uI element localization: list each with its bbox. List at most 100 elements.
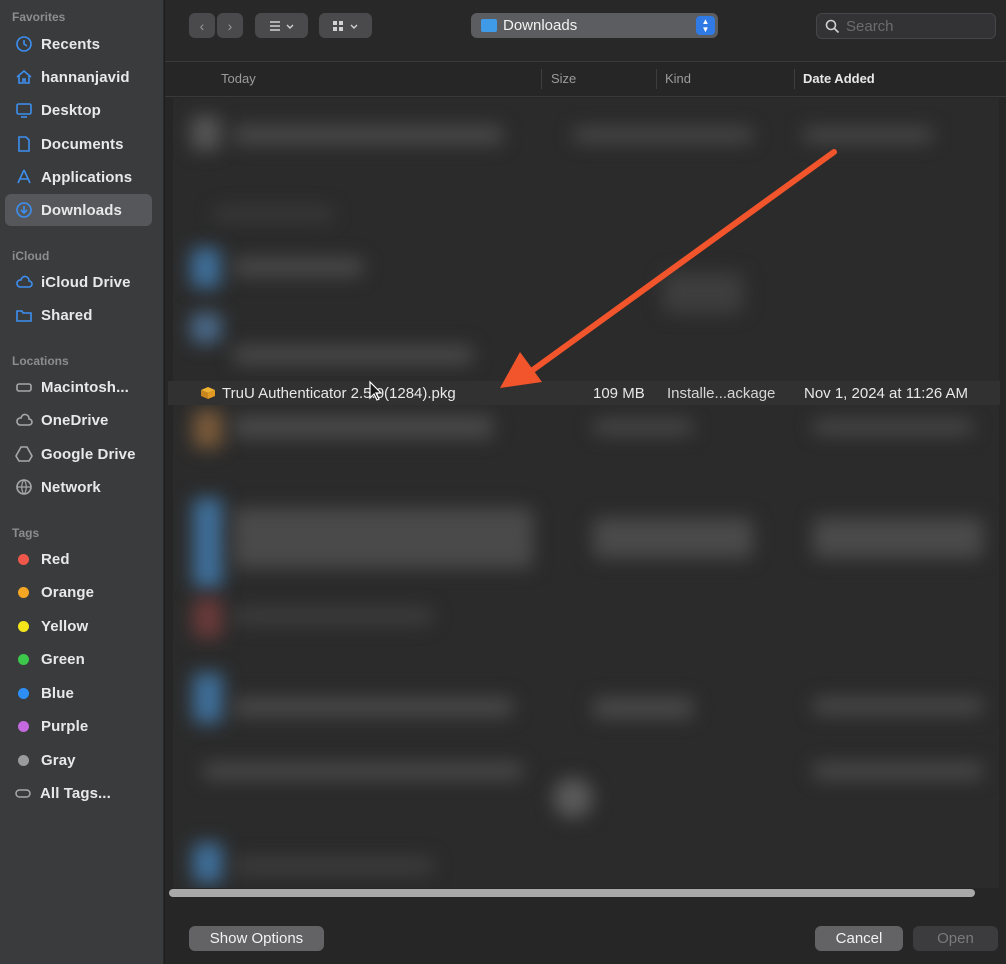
sidebar-tag-blue[interactable]: Blue — [5, 677, 152, 709]
sidebar-tag-orange[interactable]: Orange — [5, 576, 152, 608]
package-icon — [201, 387, 215, 399]
blurred-row — [233, 858, 433, 874]
forward-button[interactable]: › — [217, 13, 243, 38]
cloud-icon — [14, 272, 34, 292]
blurred-row — [803, 128, 933, 142]
back-button[interactable]: ‹ — [189, 13, 215, 38]
shared-folder-icon — [14, 305, 34, 325]
sidebar-item-documents[interactable]: Documents — [5, 128, 152, 160]
disk-icon — [14, 377, 34, 397]
drive-icon — [14, 444, 34, 464]
horizontal-scrollbar[interactable] — [169, 889, 975, 897]
sidebar-item-recents[interactable]: Recents — [5, 28, 152, 60]
sidebar-item-downloads[interactable]: Downloads — [5, 194, 152, 226]
sidebar-item-applications[interactable]: Applications — [5, 161, 152, 193]
yellow-tag-icon — [18, 620, 29, 632]
sidebar-item-label: iCloud Drive — [41, 273, 131, 291]
file-browser: ‹ › Downloads ▲ ▼ Search Today Size Kind … — [165, 0, 1006, 964]
blurred-row — [233, 698, 513, 716]
sidebar-item-label: hannanjavid — [41, 68, 130, 86]
favorites-section-title: Favorites — [12, 10, 66, 24]
sidebar-tag-red[interactable]: Red — [5, 543, 152, 575]
sidebar-item-label: OneDrive — [41, 411, 109, 429]
blurred-row — [233, 608, 433, 624]
blurred-row — [813, 420, 973, 434]
blurred-file-icon — [191, 248, 221, 288]
sidebar-item-home[interactable]: hannanjavid — [5, 61, 152, 93]
list-view-icon — [269, 20, 293, 31]
green-tag-icon — [18, 653, 29, 665]
sidebar-tag-green[interactable]: Green — [5, 643, 152, 675]
grid-view-button[interactable] — [319, 13, 372, 38]
blurred-row — [203, 763, 523, 779]
applications-icon — [14, 167, 34, 187]
sidebar-tag-yellow[interactable]: Yellow — [5, 610, 152, 642]
locations-section-title: Locations — [12, 354, 69, 368]
sidebar-item-desktop[interactable]: Desktop — [5, 94, 152, 126]
blurred-row — [813, 698, 983, 714]
sidebar-item-label: Desktop — [41, 101, 101, 119]
column-size[interactable]: Size — [551, 71, 576, 86]
file-list[interactable] — [173, 98, 999, 888]
globe-icon — [14, 477, 34, 497]
blurred-row — [213, 208, 333, 220]
blurred-file-icon — [193, 498, 223, 588]
blurred-file-icon — [193, 410, 223, 448]
blurred-row — [573, 128, 753, 142]
sidebar-item-label: Documents — [41, 135, 124, 153]
blurred-file-icon — [193, 843, 223, 883]
blurred-row — [233, 126, 503, 144]
column-separator — [541, 69, 542, 89]
blurred-file-icon — [191, 116, 221, 150]
show-options-button[interactable]: Show Options — [189, 926, 324, 951]
gray-tag-icon — [18, 754, 29, 766]
sidebar-tag-purple[interactable]: Purple — [5, 710, 152, 742]
column-date-added[interactable]: Date Added — [803, 71, 875, 86]
sidebar-tag-gray[interactable]: Gray — [5, 744, 152, 776]
list-view-button[interactable] — [255, 13, 308, 38]
grid-view-icon — [332, 20, 357, 31]
file-kind: Installe...ackage — [667, 384, 776, 402]
sidebar-item-icloud-drive[interactable]: iCloud Drive — [5, 266, 152, 298]
document-icon — [14, 134, 34, 154]
blurred-file-icon — [193, 598, 223, 638]
open-button[interactable]: Open — [913, 926, 998, 951]
red-tag-icon — [18, 553, 29, 565]
purple-tag-icon — [18, 720, 29, 732]
column-separator — [794, 69, 795, 89]
column-kind[interactable]: Kind — [665, 71, 691, 86]
download-icon — [14, 200, 34, 220]
chevron-up-down-icon: ▲ ▼ — [696, 16, 715, 35]
file-name: TruU Authenticator 2.5.0(1284).pkg — [222, 384, 456, 402]
cancel-button[interactable]: Cancel — [815, 926, 903, 951]
location-popup[interactable]: Downloads ▲ ▼ — [471, 13, 718, 38]
chevron-right-icon: › — [227, 17, 233, 34]
sidebar: Favorites Recents hannanjavid Desktop Do… — [0, 0, 164, 964]
blurred-row — [593, 698, 693, 718]
sidebar-item-label: Orange — [41, 583, 95, 601]
column-name[interactable]: Today — [221, 71, 256, 86]
sidebar-tag-all[interactable]: All Tags... — [5, 777, 152, 809]
sidebar-item-label: Downloads — [41, 201, 122, 219]
cloud-icon — [14, 410, 34, 430]
home-icon — [14, 67, 34, 87]
sidebar-item-label: Google Drive — [41, 445, 136, 463]
desktop-icon — [14, 100, 34, 120]
search-field[interactable]: Search — [816, 13, 996, 39]
tags-section-title: Tags — [12, 526, 40, 540]
selected-file-row[interactable]: TruU Authenticator 2.5.0(1284).pkg 109 M… — [168, 381, 1000, 405]
sidebar-item-network[interactable]: Network — [5, 471, 152, 503]
search-input[interactable]: Search — [846, 18, 894, 35]
blurred-row — [593, 518, 753, 558]
sidebar-item-macintosh[interactable]: Macintosh... — [5, 371, 152, 403]
icloud-section-title: iCloud — [12, 249, 50, 263]
column-separator — [656, 69, 657, 89]
folder-icon — [481, 19, 497, 32]
blurred-row — [233, 508, 533, 568]
sidebar-item-label: Macintosh... — [41, 378, 129, 396]
orange-tag-icon — [18, 586, 29, 598]
blurred-row — [593, 420, 693, 434]
sidebar-item-shared[interactable]: Shared — [5, 299, 152, 331]
sidebar-item-onedrive[interactable]: OneDrive — [5, 404, 152, 436]
sidebar-item-google-drive[interactable]: Google Drive — [5, 438, 152, 470]
